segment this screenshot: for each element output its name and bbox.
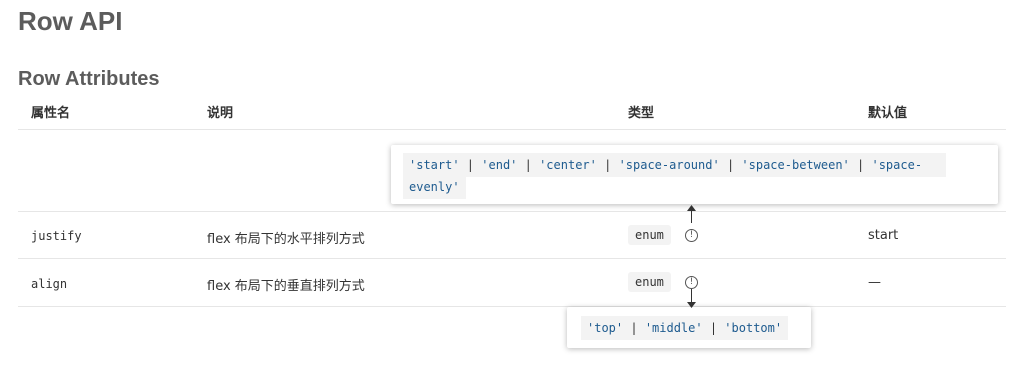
separator: | (702, 321, 725, 335)
header-attribute-name: 属性名 (31, 106, 71, 121)
row-divider (18, 258, 1006, 259)
tooltip-code-line: evenly' (403, 175, 466, 199)
tooltip-code-line: 'start' | 'end' | 'center' | 'space-arou… (403, 153, 946, 177)
page-title: Row API (18, 6, 123, 36)
header-divider (18, 129, 1006, 130)
separator: | (719, 158, 742, 172)
row-divider (18, 306, 1006, 307)
align-type-tooltip: 'top' | 'middle' | 'bottom' (567, 307, 811, 348)
arrow-up-icon (687, 205, 696, 211)
tooltip-pointer (691, 289, 692, 303)
arrow-down-icon (687, 302, 696, 308)
enum-value: 'end' (481, 158, 518, 172)
tooltip-code-line: 'top' | 'middle' | 'bottom' (581, 316, 789, 340)
enum-value: 'center' (539, 158, 597, 172)
separator: | (459, 158, 482, 172)
header-description: 说明 (207, 106, 234, 121)
default-value: — (868, 275, 881, 290)
enum-value: 'space-between' (741, 158, 850, 172)
separator: | (517, 158, 540, 172)
separator: | (596, 158, 619, 172)
separator: | (623, 321, 645, 335)
enum-value: 'middle' (644, 321, 703, 335)
attribute-name: align (31, 277, 68, 291)
enum-value: 'top' (587, 321, 624, 335)
enum-value: 'space- (871, 158, 923, 172)
section-title: Row Attributes (18, 68, 160, 90)
info-circle-icon[interactable]: ! (685, 276, 698, 289)
header-type: 类型 (628, 106, 655, 121)
type-tag: enum (628, 225, 671, 245)
default-value: start (868, 228, 899, 243)
separator: | (849, 158, 872, 172)
enum-value: 'start' (409, 158, 460, 172)
attribute-description: flex 布局下的垂直排列方式 (207, 279, 365, 294)
attribute-description: flex 布局下的水平排列方式 (207, 232, 365, 247)
enum-value: 'space-around' (618, 158, 720, 172)
info-circle-icon[interactable]: ! (685, 229, 698, 242)
type-tag: enum (628, 272, 671, 292)
justify-type-tooltip: 'start' | 'end' | 'center' | 'space-arou… (391, 145, 998, 204)
enum-value: 'bottom' (724, 321, 783, 335)
header-default: 默认值 (868, 106, 908, 121)
row-divider (18, 211, 1006, 212)
attribute-name: justify (31, 229, 82, 243)
